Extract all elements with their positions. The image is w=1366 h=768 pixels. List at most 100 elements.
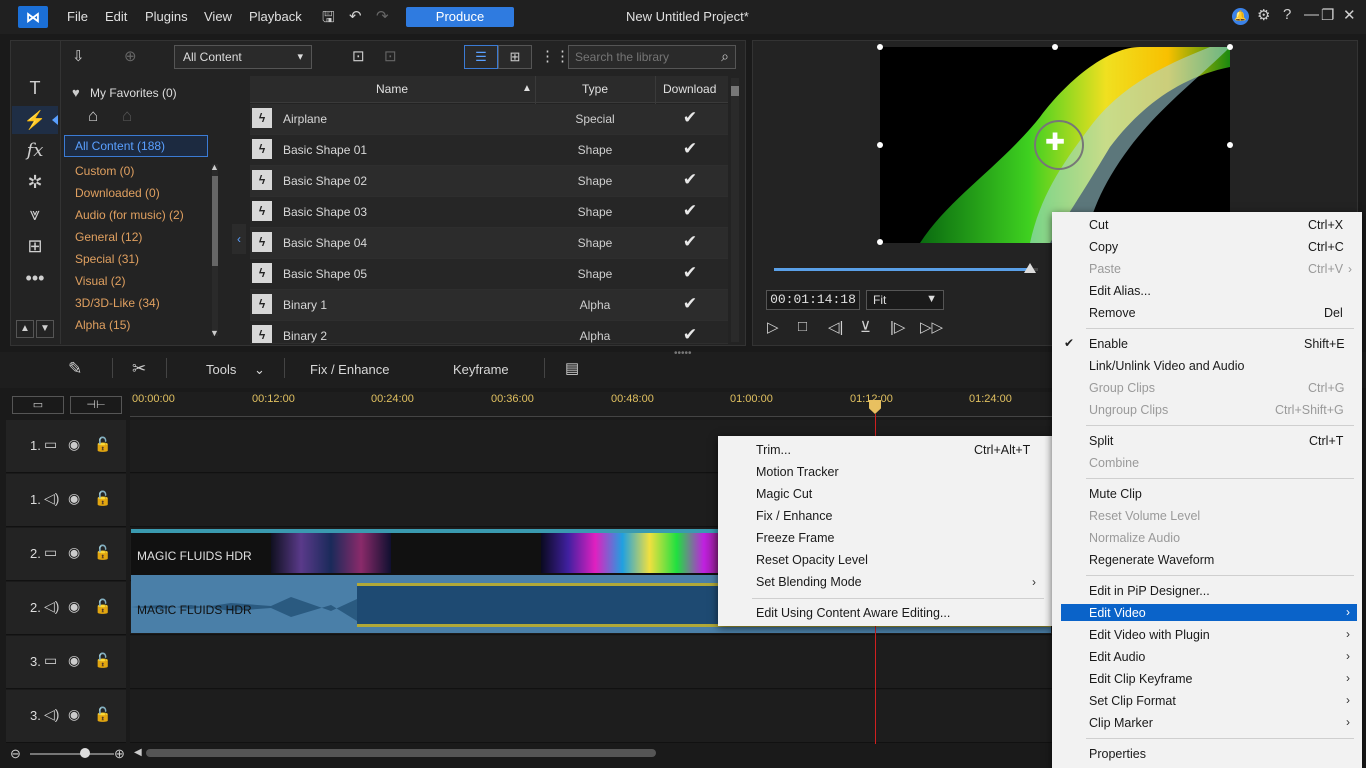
- track-header[interactable]: 2. ▭ ◉ 🔓: [6, 528, 126, 581]
- notification-icon[interactable]: 🔔: [1232, 8, 1249, 25]
- lock-icon[interactable]: 🔓: [94, 706, 111, 723]
- track-row[interactable]: [130, 636, 1060, 689]
- modify-icon[interactable]: ⊡: [384, 47, 397, 65]
- column-type-header[interactable]: Type: [582, 82, 608, 96]
- help-icon[interactable]: ?: [1283, 6, 1291, 23]
- preview-scrub-thumb[interactable]: [1024, 263, 1037, 273]
- menu-item-motion-tracker[interactable]: Motion Tracker: [756, 465, 839, 479]
- library-search[interactable]: ⌕: [568, 45, 736, 69]
- resize-handle[interactable]: [1052, 44, 1058, 50]
- collapse-left-icon[interactable]: ‹: [232, 224, 246, 254]
- timeline-scrollbar[interactable]: [146, 749, 656, 757]
- menu-view[interactable]: View: [204, 9, 232, 24]
- list-view-button[interactable]: ☰: [464, 45, 498, 69]
- category-scroll-thumb[interactable]: [212, 176, 218, 266]
- menu-item-mute-clip[interactable]: Mute Clip: [1089, 487, 1142, 501]
- add-new-icon[interactable]: ⊡: [352, 47, 365, 65]
- gear-icon[interactable]: ⚙: [1257, 6, 1270, 24]
- transition-room-icon[interactable]: ✲: [22, 172, 48, 196]
- fast-forward-icon[interactable]: ▷▷: [920, 318, 943, 336]
- menu-item-set-clip-format[interactable]: Set Clip Format: [1089, 694, 1176, 708]
- next-frame-icon[interactable]: |▷: [890, 318, 905, 336]
- search-input[interactable]: [573, 48, 713, 66]
- menu-item-properties[interactable]: Properties: [1089, 747, 1146, 761]
- resize-handle[interactable]: [1227, 142, 1233, 148]
- scissors-icon[interactable]: ✂: [132, 359, 146, 379]
- menu-edit[interactable]: Edit: [105, 9, 127, 24]
- menu-plugins[interactable]: Plugins: [145, 9, 188, 24]
- menu-item-split[interactable]: Split: [1089, 434, 1113, 448]
- track-manager-icon[interactable]: ▭: [12, 396, 64, 414]
- zoom-out-icon[interactable]: ⊖: [10, 746, 21, 762]
- table-scroll-thumb[interactable]: [731, 86, 739, 96]
- category-item[interactable]: Audio (for music) (2): [75, 208, 184, 222]
- add-tag-icon[interactable]: ⌂: [88, 106, 98, 126]
- resize-handle[interactable]: [877, 44, 883, 50]
- fit-timeline-icon[interactable]: ⊣⊢: [70, 396, 122, 414]
- menu-item-copy[interactable]: Copy: [1089, 240, 1118, 254]
- menu-item-pip-designer[interactable]: Edit in PiP Designer...: [1089, 584, 1210, 598]
- keyframe-button[interactable]: Keyframe: [453, 362, 509, 377]
- scroll-up-icon[interactable]: ▲: [210, 162, 219, 172]
- lock-icon[interactable]: 🔓: [94, 490, 111, 507]
- timecode-display[interactable]: 00:01:14:18: [766, 290, 860, 310]
- menu-item-edit-video-plugin[interactable]: Edit Video with Plugin: [1089, 628, 1210, 642]
- menu-item-set-blending-mode[interactable]: Set Blending Mode: [756, 575, 862, 589]
- resize-handle[interactable]: [1227, 44, 1233, 50]
- panel-resize-grip[interactable]: •••••: [674, 348, 692, 359]
- move-crosshair-icon[interactable]: ✚: [1045, 131, 1065, 155]
- collapse-up-icon[interactable]: ▲: [16, 320, 34, 338]
- track-row[interactable]: [130, 690, 1060, 743]
- category-item[interactable]: Visual (2): [75, 274, 125, 288]
- menu-item-link-unlink[interactable]: Link/Unlink Video and Audio: [1089, 359, 1244, 373]
- column-name-header[interactable]: Name: [376, 82, 408, 96]
- menu-item-cut[interactable]: Cut: [1089, 218, 1108, 232]
- lock-icon[interactable]: 🔓: [94, 598, 111, 615]
- menu-item-edit-video[interactable]: Edit Video: [1089, 606, 1146, 620]
- table-row[interactable]: ϟ Basic Shape 04 Shape ✔: [250, 228, 728, 259]
- table-row[interactable]: ϟ Basic Shape 05 Shape ✔: [250, 259, 728, 290]
- zoom-slider-thumb[interactable]: [80, 748, 90, 758]
- menu-item-edit-clip-keyframe[interactable]: Edit Clip Keyframe: [1089, 672, 1193, 686]
- undo-icon[interactable]: ↶: [349, 7, 362, 25]
- category-item[interactable]: Special (31): [75, 252, 139, 266]
- scroll-left-icon[interactable]: ◀: [134, 747, 142, 758]
- table-row[interactable]: ϟ Basic Shape 01 Shape ✔: [250, 135, 728, 166]
- menu-file[interactable]: File: [67, 9, 88, 24]
- category-item[interactable]: 3D/3D-Like (34): [75, 296, 160, 310]
- category-all-content[interactable]: All Content (188): [64, 135, 208, 157]
- column-download-header[interactable]: Download: [663, 82, 716, 96]
- zoom-fit-dropdown[interactable]: Fit ▼: [866, 290, 944, 310]
- table-row[interactable]: ϟ Airplane Special ✔: [250, 104, 728, 135]
- redo-icon[interactable]: ↷: [376, 7, 389, 25]
- previous-frame-icon[interactable]: ◁|: [828, 318, 843, 336]
- menu-item-normalize-audio[interactable]: Normalize Audio: [1089, 531, 1180, 545]
- remove-tag-icon[interactable]: ⌂: [122, 106, 132, 126]
- menu-item-edit-alias[interactable]: Edit Alias...: [1089, 284, 1151, 298]
- table-row[interactable]: ϟ Binary 1 Alpha ✔: [250, 290, 728, 321]
- eye-icon[interactable]: ◉: [68, 490, 80, 507]
- eye-icon[interactable]: ◉: [68, 652, 80, 669]
- menu-item-remove[interactable]: Remove: [1089, 306, 1136, 320]
- particle-room-icon[interactable]: ⚡: [22, 110, 48, 134]
- produce-button[interactable]: Produce: [406, 7, 514, 27]
- track-header[interactable]: 3. ▭ ◉ 🔓: [6, 636, 126, 689]
- pip-room-icon[interactable]: ⩔: [22, 204, 48, 228]
- audio-mixing-icon[interactable]: ⊞: [22, 236, 48, 260]
- menu-item-fix-enhance[interactable]: Fix / Enhance: [756, 509, 832, 523]
- favorites-label[interactable]: My Favorites (0): [90, 86, 177, 100]
- title-room-icon[interactable]: T: [22, 78, 48, 102]
- sort-ascending-icon[interactable]: ▲: [522, 83, 532, 94]
- menu-item-enable[interactable]: Enable: [1089, 337, 1128, 351]
- video-clip[interactable]: MAGIC FLUIDS HDR: [131, 529, 731, 577]
- subtitle-icon[interactable]: ▤: [565, 359, 579, 377]
- category-item[interactable]: General (12): [75, 230, 142, 244]
- preview-scrub-track[interactable]: [774, 268, 1038, 271]
- lock-icon[interactable]: 🔓: [94, 652, 111, 669]
- lock-icon[interactable]: 🔓: [94, 544, 111, 561]
- grid-view-button[interactable]: ⊞: [498, 45, 532, 69]
- menu-item-regenerate-waveform[interactable]: Regenerate Waveform: [1089, 553, 1214, 567]
- library-menu-icon[interactable]: ⋮⋮: [540, 47, 570, 65]
- chevron-down-icon[interactable]: ⌄: [254, 362, 265, 378]
- menu-item-clip-marker[interactable]: Clip Marker: [1089, 716, 1153, 730]
